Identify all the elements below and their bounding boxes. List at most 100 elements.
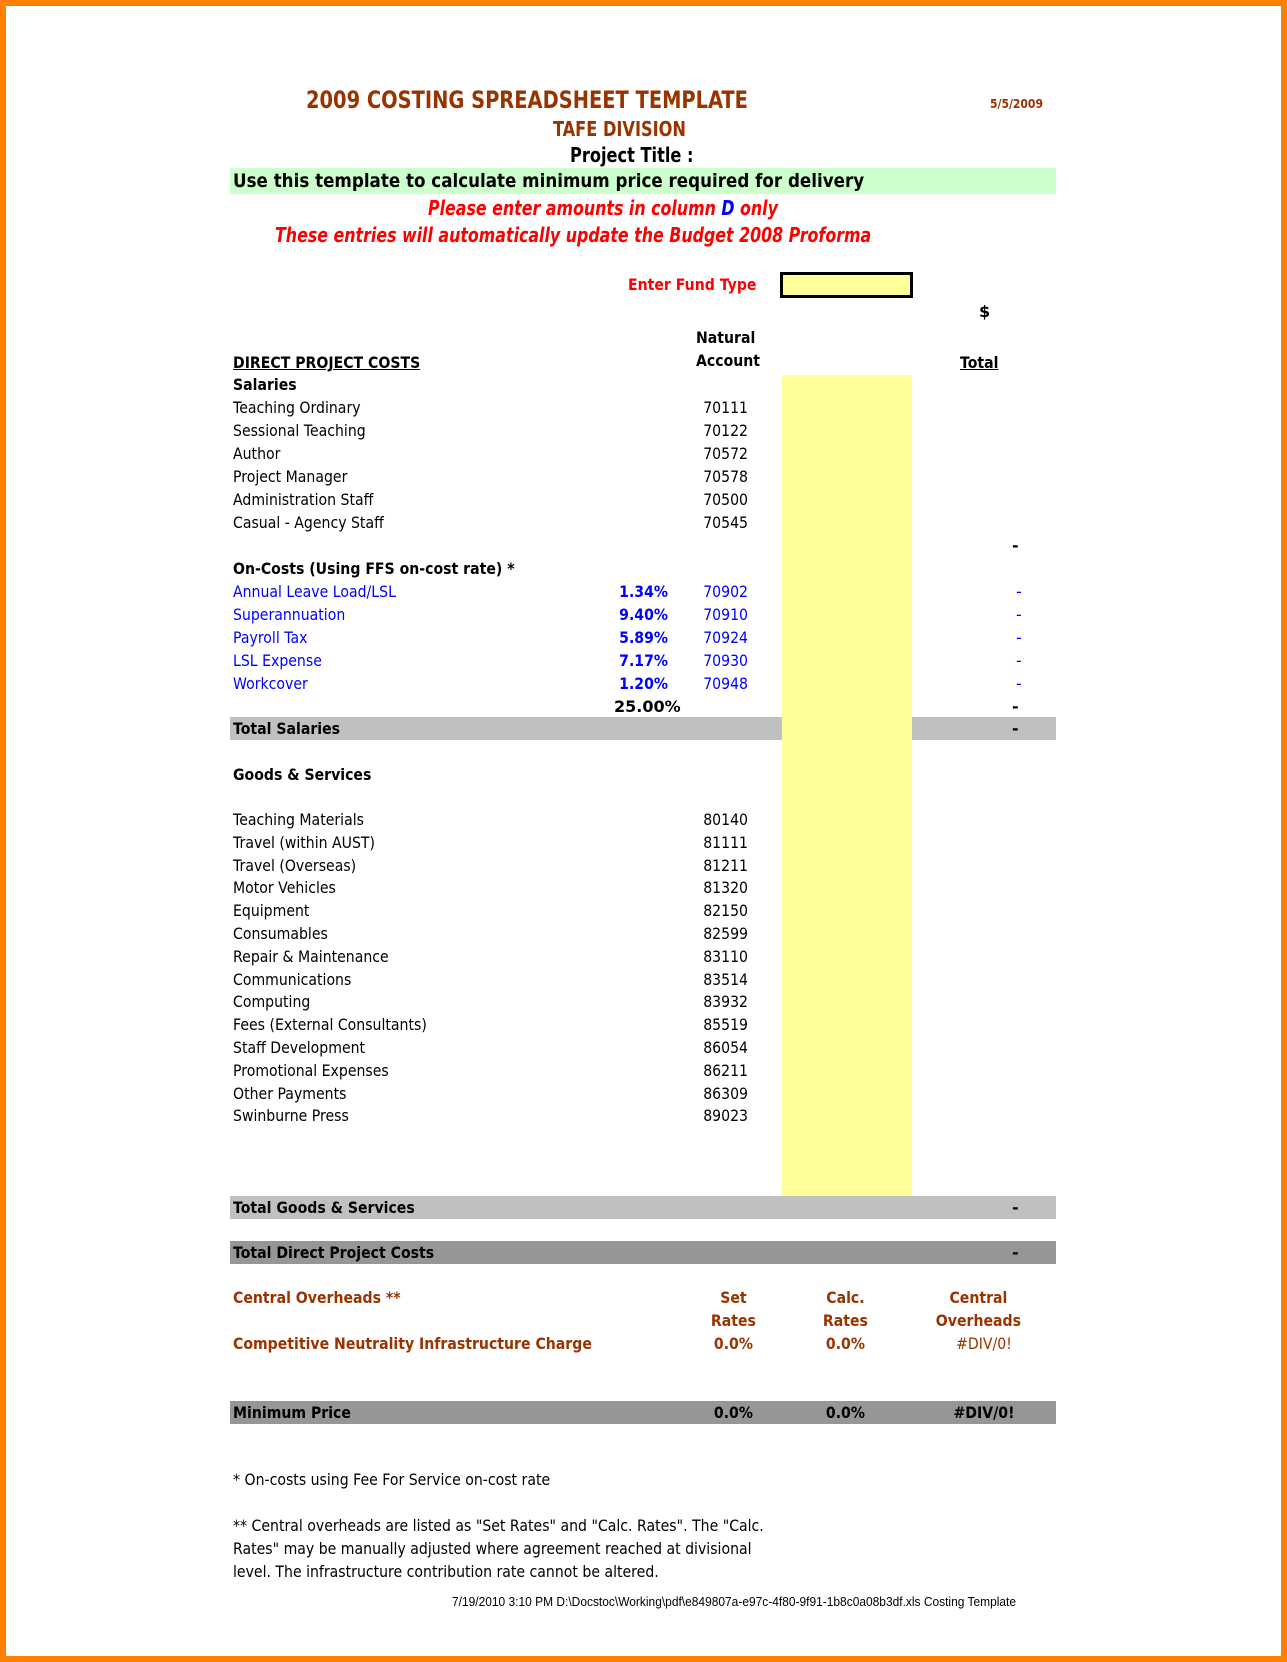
oncost-line-rate: 1.34% [619, 582, 668, 601]
total-salaries-row [230, 717, 1056, 740]
salary-line-label: Sessional Teaching [233, 421, 366, 440]
goods-line-label: Equipment [233, 901, 310, 921]
oncost-line-label: Annual Leave Load/LSL [233, 582, 396, 601]
total-goods-label: Total Goods & Services [233, 1198, 415, 1217]
goods-line-label: Communications [233, 969, 352, 989]
oncost-rate-total: 25.00% [614, 697, 681, 716]
print-footer: 7/19/2010 3:10 PM D:\Docstoc\Working\pdf… [452, 1594, 1017, 1609]
note-oncosts: * On-costs using Fee For Service on-cost… [233, 1470, 551, 1489]
infrastructure-central-overheads: #DIV/0! [956, 1334, 1012, 1353]
fund-type-label: Enter Fund Type [628, 275, 757, 294]
salary-line-account: 70578 [703, 467, 748, 486]
goods-line-account: 85519 [703, 1015, 748, 1035]
goods-line-account: 82599 [703, 924, 748, 943]
oncost-line-label: LSL Expense [233, 651, 322, 670]
minimum-price-calc-rate: 0.0% [825, 1403, 865, 1422]
salary-line-label: Teaching Ordinary [233, 398, 361, 417]
oncost-line-rate: 7.17% [619, 651, 668, 670]
oncost-line-account: 70930 [703, 651, 748, 670]
oncost-line-label: Workcover [233, 674, 308, 693]
salary-line-account: 70111 [703, 398, 748, 417]
direct-costs-heading: DIRECT PROJECT COSTS [233, 353, 421, 372]
goods-line-label: Repair & Maintenance [233, 946, 389, 966]
project-title-label: Project Title : [570, 143, 694, 167]
central-overheads-header-line2: Overheads [935, 1311, 1021, 1330]
oncost-line-total: - [1016, 651, 1022, 670]
division-title: TAFE DIVISION [553, 117, 686, 141]
goods-line-label: Fees (External Consultants) [233, 1015, 427, 1035]
salary-line-account: 70500 [703, 490, 748, 509]
overheads-heading: Central Overheads ** [233, 1288, 401, 1307]
oncost-line-rate: 1.20% [619, 674, 668, 693]
total-salaries-label: Total Salaries [233, 719, 341, 738]
currency-header: $ [979, 302, 991, 321]
goods-line-account: 86309 [703, 1083, 748, 1103]
oncost-line-rate: 5.89% [619, 628, 668, 647]
central-overheads-header-line1: Central [949, 1288, 1008, 1307]
goods-line-label: Promotional Expenses [233, 1060, 389, 1080]
salary-line-label: Casual - Agency Staff [233, 513, 384, 532]
oncost-line-label: Payroll Tax [233, 628, 308, 647]
column-instruction-suffix: only [740, 196, 778, 220]
note-overheads-line1: ** Central overheads are listed as "Set … [233, 1516, 764, 1535]
goods-line-label: Computing [233, 992, 311, 1012]
total-header: Total [960, 353, 999, 372]
goods-line-label: Travel (Overseas) [233, 855, 357, 875]
goods-line-account: 86054 [703, 1038, 748, 1057]
instruction-banner-text: Use this template to calculate minimum p… [233, 170, 865, 192]
calc-rates-header-line1: Calc. [826, 1288, 865, 1307]
goods-line-account: 83932 [703, 992, 748, 1012]
minimum-price-label: Minimum Price [233, 1403, 351, 1422]
salary-line-account: 70545 [703, 513, 748, 532]
goods-line-label: Staff Development [233, 1038, 366, 1057]
salary-line-label: Administration Staff [233, 490, 374, 509]
oncost-line-account: 70924 [703, 628, 748, 647]
total-salaries-value: - [1012, 719, 1019, 738]
goods-line-account: 81111 [703, 832, 748, 852]
goods-line-label: Motor Vehicles [233, 878, 336, 898]
salary-line-label: Author [233, 444, 281, 463]
infrastructure-set-rate: 0.0% [713, 1334, 753, 1353]
goods-line-label: Travel (within AUST) [233, 832, 375, 852]
fund-type-input[interactable] [780, 272, 913, 298]
column-instruction: Please enter amounts in column D only [428, 196, 778, 220]
goods-line-account: 82150 [703, 901, 748, 921]
salary-line-account: 70122 [703, 421, 748, 440]
salaries-subtotal: - [1012, 536, 1019, 555]
oncost-line-total: - [1016, 582, 1022, 601]
document-title: 2009 COSTING SPREADSHEET TEMPLATE [306, 86, 748, 114]
goods-line-label: Teaching Materials [233, 810, 364, 829]
salaries-heading: Salaries [233, 375, 297, 394]
salary-line-label: Project Manager [233, 467, 348, 486]
oncost-line-account: 70902 [703, 582, 748, 601]
set-rates-header-line1: Set [720, 1288, 747, 1307]
infrastructure-calc-rate: 0.0% [825, 1334, 865, 1353]
total-goods-value: - [1012, 1198, 1019, 1217]
natural-account-header-line2: Account [696, 351, 761, 370]
column-instruction-prefix: Please enter amounts in column [428, 196, 716, 220]
total-direct-label: Total Direct Project Costs [233, 1243, 435, 1262]
goods-line-label: Consumables [233, 924, 328, 943]
oncost-line-rate: 9.40% [619, 605, 668, 624]
goods-line-account: 89023 [703, 1106, 748, 1126]
goods-line-label: Swinburne Press [233, 1106, 349, 1126]
goods-line-account: 83514 [703, 969, 748, 989]
goods-line-label: Other Payments [233, 1083, 347, 1103]
oncost-line-label: Superannuation [233, 605, 346, 624]
minimum-price-row [230, 1401, 1056, 1424]
goods-line-account: 83110 [703, 946, 748, 966]
oncost-line-account: 70910 [703, 605, 748, 624]
set-rates-header-line2: Rates [710, 1311, 756, 1330]
goods-line-account: 81320 [703, 878, 748, 898]
oncost-line-total: - [1016, 605, 1022, 624]
note-overheads-line3: level. The infrastructure contribution r… [233, 1562, 659, 1581]
minimum-price-set-rate: 0.0% [713, 1403, 753, 1422]
oncosts-subtotal: - [1012, 697, 1019, 716]
column-instruction-letter: D [721, 196, 735, 220]
goods-line-account: 81211 [703, 855, 748, 875]
oncosts-heading: On-Costs (Using FFS on-cost rate) * [233, 559, 515, 578]
update-instruction: These entries will automatically update … [275, 223, 872, 247]
minimum-price-value: #DIV/0! [953, 1403, 1015, 1422]
amount-entry-column-lower[interactable] [782, 717, 912, 1196]
oncost-line-total: - [1016, 674, 1022, 693]
